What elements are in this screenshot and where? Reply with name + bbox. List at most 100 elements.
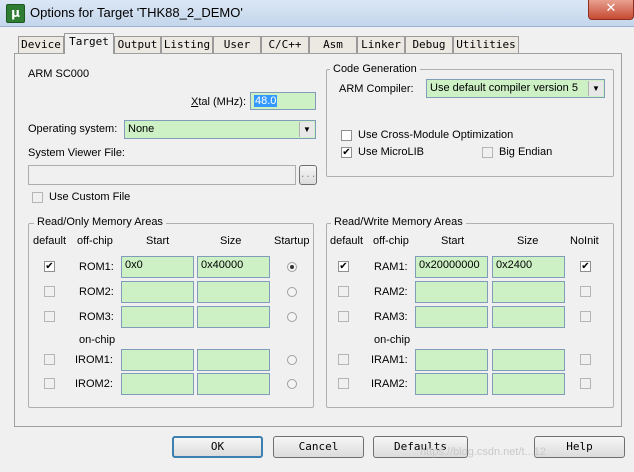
ro-memory-legend: Read/Only Memory Areas bbox=[34, 216, 166, 228]
ro-header-offchip: off-chip bbox=[77, 235, 113, 247]
chevron-down-icon: ▼ bbox=[299, 122, 314, 137]
rw-header-noinit: NoInit bbox=[570, 235, 599, 247]
iram2-default-checkbox[interactable] bbox=[338, 378, 349, 389]
rom2-label: ROM2: bbox=[79, 286, 114, 298]
iram1-start-input[interactable] bbox=[415, 349, 488, 371]
help-button[interactable]: Help bbox=[534, 436, 625, 458]
tab-output[interactable]: Output bbox=[114, 36, 161, 53]
rw-onchip-label: on-chip bbox=[374, 334, 411, 346]
rom2-start-input[interactable] bbox=[121, 281, 194, 303]
rom3-default-checkbox[interactable] bbox=[44, 311, 55, 322]
ram1-size-input[interactable]: 0x2400 bbox=[492, 256, 565, 278]
tab-device[interactable]: Device bbox=[18, 36, 64, 53]
ram3-label: RAM3: bbox=[374, 311, 408, 323]
os-select[interactable]: None ▼ bbox=[124, 120, 316, 139]
os-label: Operating system: bbox=[28, 123, 118, 135]
irom2-startup-radio[interactable] bbox=[287, 379, 297, 389]
compiler-label: ARM Compiler: bbox=[339, 83, 414, 95]
ram1-start-input[interactable]: 0x20000000 bbox=[415, 256, 488, 278]
window-title: Options for Target 'THK88_2_DEMO' bbox=[30, 5, 243, 20]
rom1-start-input[interactable]: 0x0 bbox=[121, 256, 194, 278]
ram3-default-checkbox[interactable] bbox=[338, 311, 349, 322]
ram2-default-checkbox[interactable] bbox=[338, 286, 349, 297]
tab-c-cpp[interactable]: C/C++ bbox=[261, 36, 309, 53]
tab-user[interactable]: User bbox=[213, 36, 261, 53]
iram1-noinit-checkbox[interactable] bbox=[580, 354, 591, 365]
rom2-size-input[interactable] bbox=[197, 281, 270, 303]
irom2-size-input[interactable] bbox=[197, 373, 270, 395]
rom1-size-input[interactable]: 0x40000 bbox=[197, 256, 270, 278]
irom1-default-checkbox[interactable] bbox=[44, 354, 55, 365]
xtal-label: Xtal (MHz): bbox=[191, 96, 247, 108]
ram1-default-checkbox[interactable]: ✔ bbox=[338, 261, 349, 272]
ram3-start-input[interactable] bbox=[415, 306, 488, 328]
rw-memory-legend: Read/Write Memory Areas bbox=[331, 216, 466, 228]
irom1-size-input[interactable] bbox=[197, 349, 270, 371]
ram2-noinit-checkbox[interactable] bbox=[580, 286, 591, 297]
keil-app-icon: μ bbox=[6, 4, 25, 23]
ram1-label: RAM1: bbox=[374, 261, 408, 273]
big-endian-checkbox[interactable] bbox=[482, 147, 493, 158]
rom3-size-input[interactable] bbox=[197, 306, 270, 328]
big-endian-label: Big Endian bbox=[499, 146, 553, 158]
ro-onchip-label: on-chip bbox=[79, 334, 116, 346]
irom1-label: IROM1: bbox=[75, 354, 113, 366]
iram1-default-checkbox[interactable] bbox=[338, 354, 349, 365]
tab-target[interactable]: Target bbox=[64, 33, 114, 54]
custom-file-label: Use Custom File bbox=[49, 191, 131, 203]
irom1-startup-radio[interactable] bbox=[287, 355, 297, 365]
checkmark-icon: ✔ bbox=[45, 261, 54, 272]
rom1-startup-radio[interactable] bbox=[287, 262, 297, 272]
ram1-noinit-checkbox[interactable]: ✔ bbox=[580, 261, 591, 272]
tab-asm[interactable]: Asm bbox=[309, 36, 357, 53]
ok-button[interactable]: OK bbox=[172, 436, 263, 458]
irom2-default-checkbox[interactable] bbox=[44, 378, 55, 389]
xtal-input[interactable]: 48.0 bbox=[250, 92, 316, 110]
rw-header-start: Start bbox=[441, 235, 465, 247]
checkmark-icon: ✔ bbox=[339, 261, 348, 272]
ro-header-start: Start bbox=[146, 235, 170, 247]
rom3-label: ROM3: bbox=[79, 311, 114, 323]
svf-label: System Viewer File: bbox=[28, 147, 125, 159]
tab-utilities[interactable]: Utilities bbox=[453, 36, 519, 53]
rom3-startup-radio[interactable] bbox=[287, 312, 297, 322]
ram2-start-input[interactable] bbox=[415, 281, 488, 303]
microlib-checkbox[interactable]: ✔ bbox=[341, 147, 352, 158]
tab-listing[interactable]: Listing bbox=[161, 36, 213, 53]
ram3-size-input[interactable] bbox=[492, 306, 565, 328]
checkmark-icon: ✔ bbox=[581, 261, 590, 272]
code-generation-legend: Code Generation bbox=[330, 63, 420, 75]
svf-input[interactable] bbox=[28, 165, 296, 185]
cancel-button[interactable]: Cancel bbox=[273, 436, 364, 458]
rom1-label: ROM1: bbox=[79, 261, 114, 273]
microlib-label: Use MicroLIB bbox=[358, 146, 425, 158]
ro-header-default: default bbox=[33, 235, 67, 247]
ram3-noinit-checkbox[interactable] bbox=[580, 311, 591, 322]
iram2-start-input[interactable] bbox=[415, 373, 488, 395]
tab-debug[interactable]: Debug bbox=[405, 36, 453, 53]
rom2-default-checkbox[interactable] bbox=[44, 286, 55, 297]
cross-module-label: Use Cross-Module Optimization bbox=[358, 129, 514, 141]
iram2-label: IRAM2: bbox=[371, 378, 408, 390]
watermark-text: https://blog.csdn.net/t...12 bbox=[420, 446, 546, 458]
rom2-startup-radio[interactable] bbox=[287, 287, 297, 297]
chevron-down-icon: ▼ bbox=[588, 81, 603, 96]
ram2-size-input[interactable] bbox=[492, 281, 565, 303]
rom3-start-input[interactable] bbox=[121, 306, 194, 328]
iram2-noinit-checkbox[interactable] bbox=[580, 378, 591, 389]
ram2-label: RAM2: bbox=[374, 286, 408, 298]
rom1-default-checkbox[interactable]: ✔ bbox=[44, 261, 55, 272]
tab-linker[interactable]: Linker bbox=[357, 36, 405, 53]
iram1-size-input[interactable] bbox=[492, 349, 565, 371]
checkmark-icon: ✔ bbox=[342, 147, 351, 158]
close-button[interactable]: ✕ bbox=[588, 0, 634, 20]
browse-button[interactable]: ... bbox=[299, 165, 317, 185]
iram2-size-input[interactable] bbox=[492, 373, 565, 395]
irom1-start-input[interactable] bbox=[121, 349, 194, 371]
rw-header-default: default bbox=[330, 235, 364, 247]
irom2-label: IROM2: bbox=[75, 378, 113, 390]
compiler-select[interactable]: Use default compiler version 5 ▼ bbox=[426, 79, 605, 98]
custom-file-checkbox[interactable] bbox=[32, 192, 43, 203]
cross-module-checkbox[interactable] bbox=[341, 130, 352, 141]
irom2-start-input[interactable] bbox=[121, 373, 194, 395]
